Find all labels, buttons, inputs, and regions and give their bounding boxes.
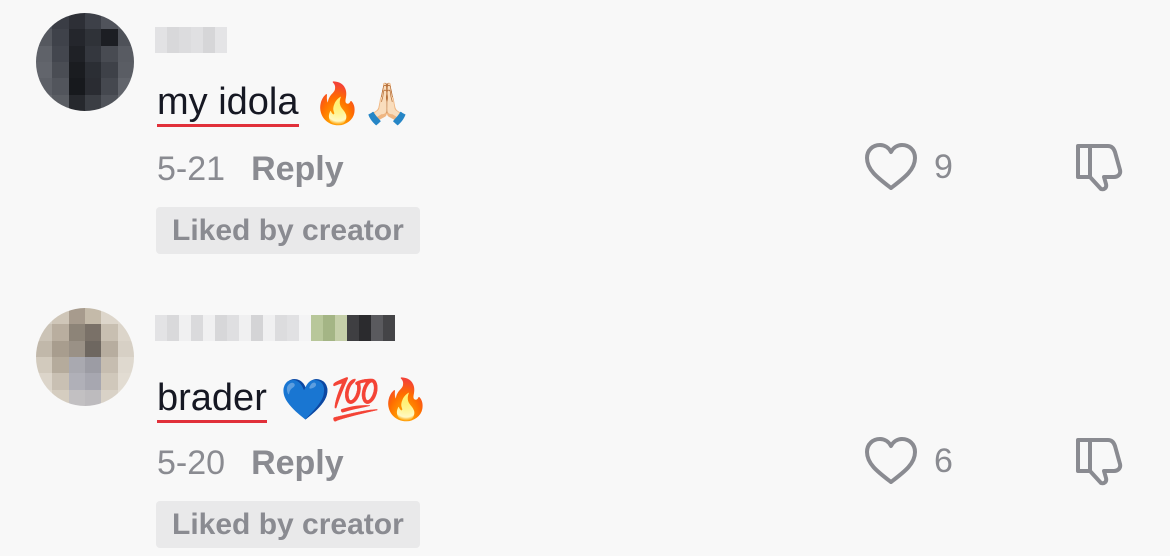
like-count: 6	[934, 441, 953, 480]
comment-date: 5-20	[157, 444, 226, 482]
avatar[interactable]	[36, 308, 134, 406]
heart-icon	[865, 143, 917, 190]
comment-emoji: 🔥🙏🏻	[312, 81, 413, 126]
thumbs-down-icon	[1076, 438, 1123, 486]
heart-icon	[865, 437, 917, 484]
avatar[interactable]	[36, 13, 134, 111]
liked-by-creator-badge: Liked by creator	[156, 501, 420, 548]
comment-meta: 5-20 Reply	[157, 444, 344, 483]
comment-item: my idola 🔥🙏🏻 5-21 Reply 9 Liked by creat…	[0, 0, 1170, 280]
liked-by-creator-badge: Liked by creator	[156, 207, 420, 254]
comment-text: my idola	[157, 80, 299, 127]
comment-date: 5-21	[157, 150, 226, 188]
dislike-button[interactable]	[1072, 140, 1124, 197]
comment-text: brader	[157, 376, 267, 423]
thumbs-down-icon	[1076, 144, 1123, 192]
like-count: 9	[934, 147, 953, 186]
username-redacted[interactable]	[155, 27, 227, 53]
reply-button[interactable]: Reply	[251, 444, 344, 483]
comment-emoji: 💙💯🔥	[280, 377, 431, 422]
username-redacted[interactable]	[155, 315, 395, 341]
comment-text-row: my idola 🔥🙏🏻	[157, 80, 412, 127]
comment-item: brader 💙💯🔥 5-20 Reply 6 Liked by creator	[0, 296, 1170, 556]
like-button[interactable]: 9	[864, 142, 953, 192]
dislike-button[interactable]	[1072, 434, 1124, 491]
like-button[interactable]: 6	[864, 436, 953, 486]
comment-meta: 5-21 Reply	[157, 150, 344, 189]
comment-text-row: brader 💙💯🔥	[157, 376, 430, 423]
reply-button[interactable]: Reply	[251, 150, 344, 189]
